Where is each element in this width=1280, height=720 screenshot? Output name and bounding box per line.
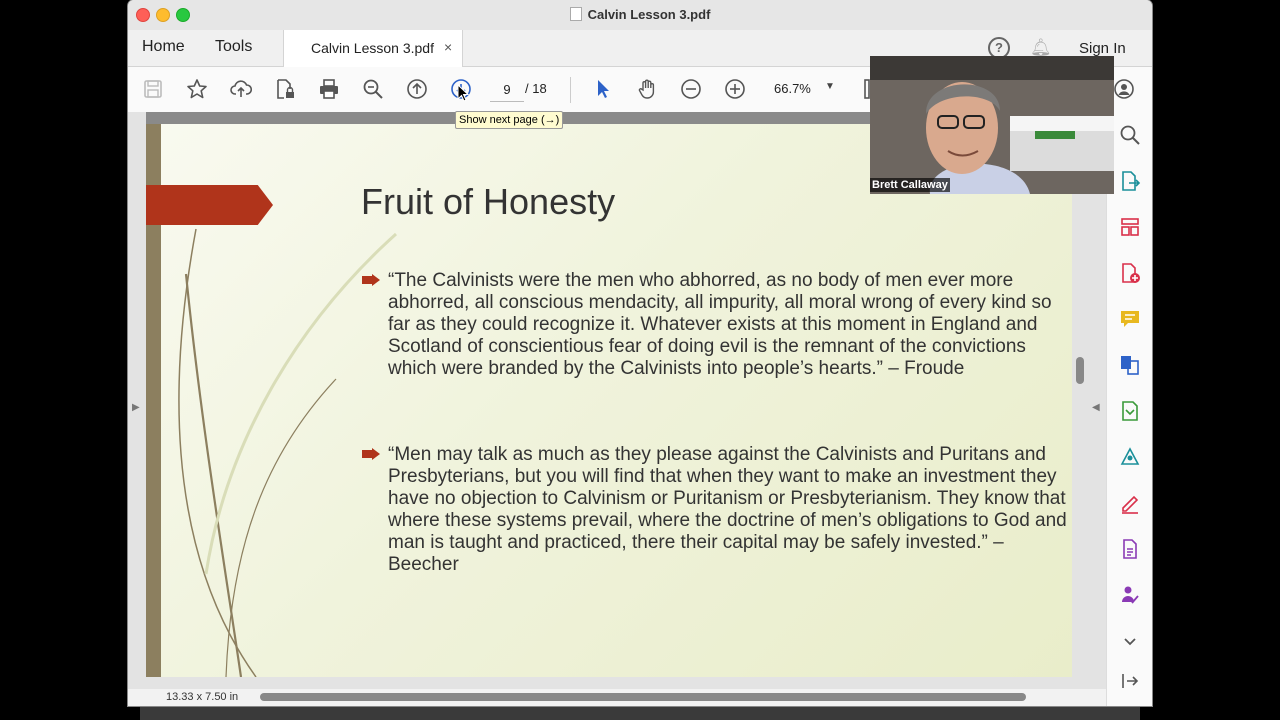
participant-name: Brett Callaway xyxy=(870,178,950,192)
quote-beecher: “Men may talk as much as they please aga… xyxy=(388,444,1067,575)
horizontal-scrollbar-thumb[interactable] xyxy=(260,693,1026,701)
slide-title: Fruit of Honesty xyxy=(361,181,616,222)
tab-document[interactable]: Calvin Lesson 3.pdf × xyxy=(283,30,463,67)
pdf-page: Fruit of Honesty “The Calvinists were th… xyxy=(146,124,1072,677)
previous-page-icon[interactable] xyxy=(405,77,429,101)
notification-bell-icon[interactable]: 🔔︎ xyxy=(1030,38,1052,58)
video-feed: Brett Callaway xyxy=(870,56,1114,194)
compress-pdf-icon[interactable] xyxy=(1119,400,1141,422)
quote-froude: “The Calvinists were the men who abhorre… xyxy=(388,270,1052,379)
collapse-panel-icon[interactable] xyxy=(1119,670,1141,692)
page-number-input[interactable] xyxy=(490,77,524,102)
organize-pages-icon[interactable] xyxy=(1119,216,1141,238)
tab-tools[interactable]: Tools xyxy=(215,38,252,56)
close-tab-icon[interactable]: × xyxy=(444,39,452,55)
bullet-arrow-icon xyxy=(362,448,380,460)
fill-sign-icon[interactable] xyxy=(1119,492,1141,514)
more-tools-chevron-icon[interactable] xyxy=(1119,630,1141,652)
zoom-search-icon[interactable] xyxy=(1119,124,1141,146)
next-page-tooltip: Show next page (→) xyxy=(455,111,564,129)
zoom-out-search-icon[interactable] xyxy=(361,77,385,101)
acrobat-window: Calvin Lesson 3.pdf Home Tools Calvin Le… xyxy=(128,0,1152,706)
request-signature-icon[interactable] xyxy=(1119,584,1141,606)
tools-panel xyxy=(1106,112,1152,706)
document-viewer[interactable]: ▶ Fruit of Honesty “The Calvinists were … xyxy=(128,112,1106,689)
zoom-level[interactable]: 66.7% xyxy=(774,81,811,96)
zoom-out-icon[interactable] xyxy=(679,77,703,101)
create-pdf-icon[interactable] xyxy=(1119,262,1141,284)
left-panel-toggle-icon[interactable]: ▶ xyxy=(132,402,140,413)
combine-files-icon[interactable] xyxy=(1119,354,1141,376)
sign-in-button[interactable]: Sign In xyxy=(1079,40,1126,57)
horizontal-scrollbar[interactable]: 13.33 x 7.50 in xyxy=(128,689,1106,706)
macos-dock xyxy=(140,707,1140,720)
upload-cloud-icon[interactable] xyxy=(229,77,253,101)
tab-home[interactable]: Home xyxy=(142,38,185,56)
save-icon[interactable] xyxy=(141,77,165,101)
right-panel-toggle-icon[interactable]: ◀ xyxy=(1092,402,1100,413)
zoom-dropdown-icon[interactable]: ▼ xyxy=(825,81,835,92)
slide-title-banner xyxy=(146,185,273,225)
print-icon[interactable] xyxy=(317,77,341,101)
window-title: Calvin Lesson 3.pdf xyxy=(128,7,1152,22)
send-for-review-icon[interactable] xyxy=(1119,446,1141,468)
bullet-arrow-icon xyxy=(362,274,380,286)
document-tab-label: Calvin Lesson 3.pdf xyxy=(311,40,434,56)
zoom-in-icon[interactable] xyxy=(723,77,747,101)
protect-file-icon[interactable] xyxy=(273,77,297,101)
document-icon xyxy=(569,7,582,21)
page-size-label: 13.33 x 7.50 in xyxy=(166,691,239,703)
bookmark-star-icon[interactable] xyxy=(185,77,209,101)
toolbar-separator xyxy=(570,77,571,103)
export-pdf-icon[interactable] xyxy=(1119,170,1141,192)
vertical-scrollbar-thumb[interactable] xyxy=(1076,357,1084,384)
title-bar: Calvin Lesson 3.pdf xyxy=(128,0,1152,31)
mouse-cursor-icon xyxy=(457,84,469,102)
hand-tool-icon[interactable] xyxy=(635,77,659,101)
edit-document-icon[interactable] xyxy=(1119,538,1141,560)
select-arrow-icon[interactable] xyxy=(591,77,615,101)
participant-video xyxy=(870,56,1114,194)
user-account-icon[interactable] xyxy=(1112,77,1136,101)
comment-icon[interactable] xyxy=(1119,308,1141,330)
window-title-text: Calvin Lesson 3.pdf xyxy=(587,7,711,22)
page-total: / 18 xyxy=(525,81,547,96)
